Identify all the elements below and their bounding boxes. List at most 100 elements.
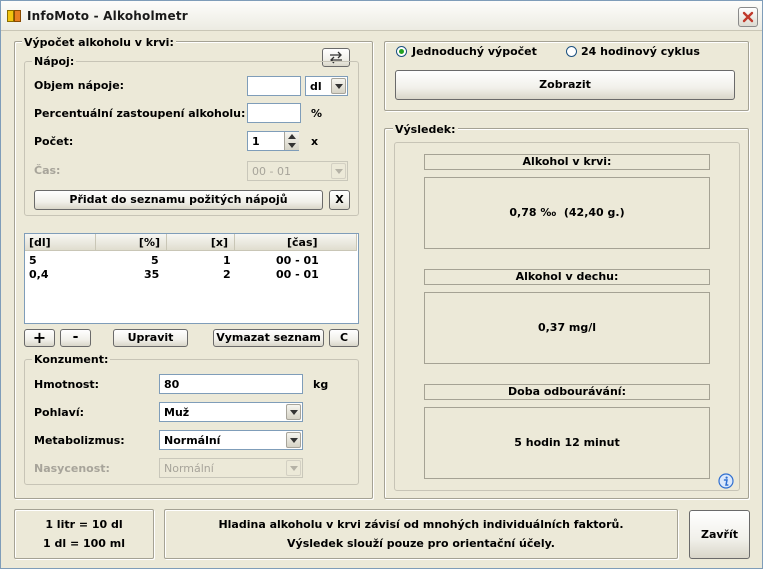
window-title: InfoMoto - Alkoholmetr: [27, 9, 188, 23]
cycle-mode-radio[interactable]: [566, 46, 577, 57]
count-unit: x: [311, 135, 319, 148]
result-group-title: Výsledek:: [393, 123, 458, 136]
blood-alcohol-title: Alkohol v krvi:: [424, 154, 710, 170]
weight-unit: kg: [313, 378, 329, 391]
metabolism-value: Normální: [164, 434, 221, 447]
table-cell: 2: [223, 268, 231, 281]
simple-mode-label[interactable]: Jednoduchý výpočet: [412, 45, 537, 58]
show-label: Zobrazit: [539, 78, 591, 91]
edit-label: Upravit: [127, 331, 174, 344]
cycle-mode-label[interactable]: 24 hodinový cyklus: [581, 45, 700, 58]
table-cell: 0,4: [29, 268, 49, 281]
add-to-list-label: Přidat do seznamu požitých nápojů: [69, 193, 288, 206]
table-cell: 35: [144, 268, 160, 281]
breath-alcohol-box: 0,37 mg/l: [424, 292, 710, 364]
table-cell: 00 - 01: [276, 254, 319, 267]
blood-alcohol-box: 0,78 ‰ (42,40 g.): [424, 177, 710, 249]
list-header-count-label: [x]: [210, 236, 228, 249]
list-header-count[interactable]: [x]: [167, 234, 235, 251]
title-bar[interactable]: InfoMoto - Alkoholmetr: [1, 1, 762, 31]
volume-unit-value: dl: [310, 80, 322, 93]
metabolism-dropdown-button[interactable]: [286, 432, 301, 448]
table-cell: 5: [151, 254, 159, 267]
note-panel: [164, 509, 678, 559]
c-button[interactable]: C: [329, 329, 359, 347]
list-header-dl-label: [dl]: [29, 236, 51, 249]
list-header-time-label: [čas]: [287, 236, 318, 249]
note-line-2: Výsledek slouží pouze pro orientační úče…: [287, 537, 555, 550]
list-header-dl[interactable]: [dl]: [25, 234, 96, 251]
edit-button[interactable]: Upravit: [113, 329, 188, 347]
breath-alcohol-title: Alkohol v dechu:: [424, 269, 710, 285]
calc-group-title: Výpočet alkoholu v krvi:: [22, 36, 176, 49]
chevron-down-icon[interactable]: [288, 143, 296, 148]
add-row-label: +: [32, 328, 47, 347]
metabolism-label: Metabolizmus:: [34, 434, 125, 447]
chevron-up-icon[interactable]: [288, 134, 296, 139]
time-dropdown-button: [331, 163, 346, 179]
sex-value: Muž: [164, 406, 190, 419]
weight-input[interactable]: 80: [159, 374, 303, 394]
add-to-list-button[interactable]: Přidat do seznamu požitých nápojů: [34, 190, 323, 210]
chevron-down-icon: [335, 169, 343, 174]
list-header-time[interactable]: [čas]: [235, 234, 357, 251]
weight-label: Hmotnost:: [34, 378, 100, 391]
clear-input-button[interactable]: X: [329, 190, 350, 210]
clear-list-button[interactable]: Vymazat seznam: [213, 329, 324, 347]
simple-mode-radio[interactable]: [396, 46, 407, 57]
time-label: Čas:: [34, 164, 61, 177]
conversion-panel: [14, 509, 154, 559]
table-cell: 00 - 01: [276, 268, 319, 281]
add-row-button[interactable]: +: [24, 329, 55, 347]
sex-select[interactable]: Muž: [159, 402, 303, 422]
clear-input-label: X: [335, 193, 344, 206]
app-window: InfoMoto - Alkoholmetr Výpočet alkoholu …: [0, 0, 763, 569]
breath-alcohol-title-text: Alkohol v dechu:: [515, 270, 619, 283]
conversion-line-2: 1 dl = 100 ml: [42, 537, 126, 550]
table-row[interactable]: 5 5 1 00 - 01: [25, 254, 358, 268]
close-app-button[interactable]: Zavřít: [689, 510, 750, 559]
table-row[interactable]: 0,4 35 2 00 - 01: [25, 268, 358, 282]
time-value: 00 - 01: [252, 165, 291, 178]
blood-alcohol-title-text: Alkohol v krvi:: [522, 155, 612, 168]
drink-group-title: Nápoj:: [32, 55, 77, 68]
elimination-time-title: Doba odbourávání:: [424, 384, 710, 400]
book-icon: [7, 10, 21, 22]
sex-label: Pohlaví:: [34, 406, 84, 419]
satiety-dropdown-button: [286, 460, 301, 476]
info-icon[interactable]: [718, 473, 734, 489]
percent-unit: %: [311, 107, 323, 120]
note-line-1: Hladina alkoholu v krvi závisí od mnohýc…: [218, 518, 624, 531]
drinks-list[interactable]: [dl] [%] [x] [čas] 5 5 1 00 - 01 0,4 35 …: [24, 233, 359, 324]
satiety-select: Normální: [159, 458, 303, 478]
close-icon: [742, 11, 754, 23]
chevron-down-icon: [290, 438, 298, 443]
elimination-time-box: 5 hodin 12 minut: [424, 407, 710, 479]
satiety-label: Nasycenost:: [34, 462, 110, 475]
conversion-line-1: 1 litr = 10 dl: [45, 518, 123, 531]
consumer-group-title: Konzument:: [32, 353, 111, 366]
blood-alcohol-value: 0,78 ‰ (42,40 g.): [509, 206, 625, 219]
sex-dropdown-button[interactable]: [286, 404, 301, 420]
show-button[interactable]: Zobrazit: [395, 70, 735, 100]
remove-row-button[interactable]: -: [60, 329, 91, 347]
remove-row-label: -: [72, 329, 79, 345]
close-app-label: Zavřít: [700, 528, 739, 541]
window-close-button[interactable]: [738, 7, 758, 27]
c-label: C: [339, 331, 349, 344]
count-spinner[interactable]: [284, 132, 299, 150]
chevron-down-icon: [290, 466, 298, 471]
list-header-percent-label: [%]: [138, 236, 160, 249]
percent-input[interactable]: [247, 103, 301, 123]
volume-unit-dropdown-button[interactable]: [331, 78, 346, 94]
table-cell: 5: [29, 254, 37, 267]
volume-input[interactable]: [247, 76, 301, 96]
volume-unit-select[interactable]: dl: [305, 76, 348, 96]
metabolism-select[interactable]: Normální: [159, 430, 303, 450]
clear-list-label: Vymazat seznam: [216, 331, 321, 344]
count-label: Počet:: [34, 135, 74, 148]
chevron-down-icon: [290, 410, 298, 415]
time-select: 00 - 01: [247, 161, 348, 181]
table-cell: 1: [223, 254, 231, 267]
list-header-percent[interactable]: [%]: [96, 234, 167, 251]
